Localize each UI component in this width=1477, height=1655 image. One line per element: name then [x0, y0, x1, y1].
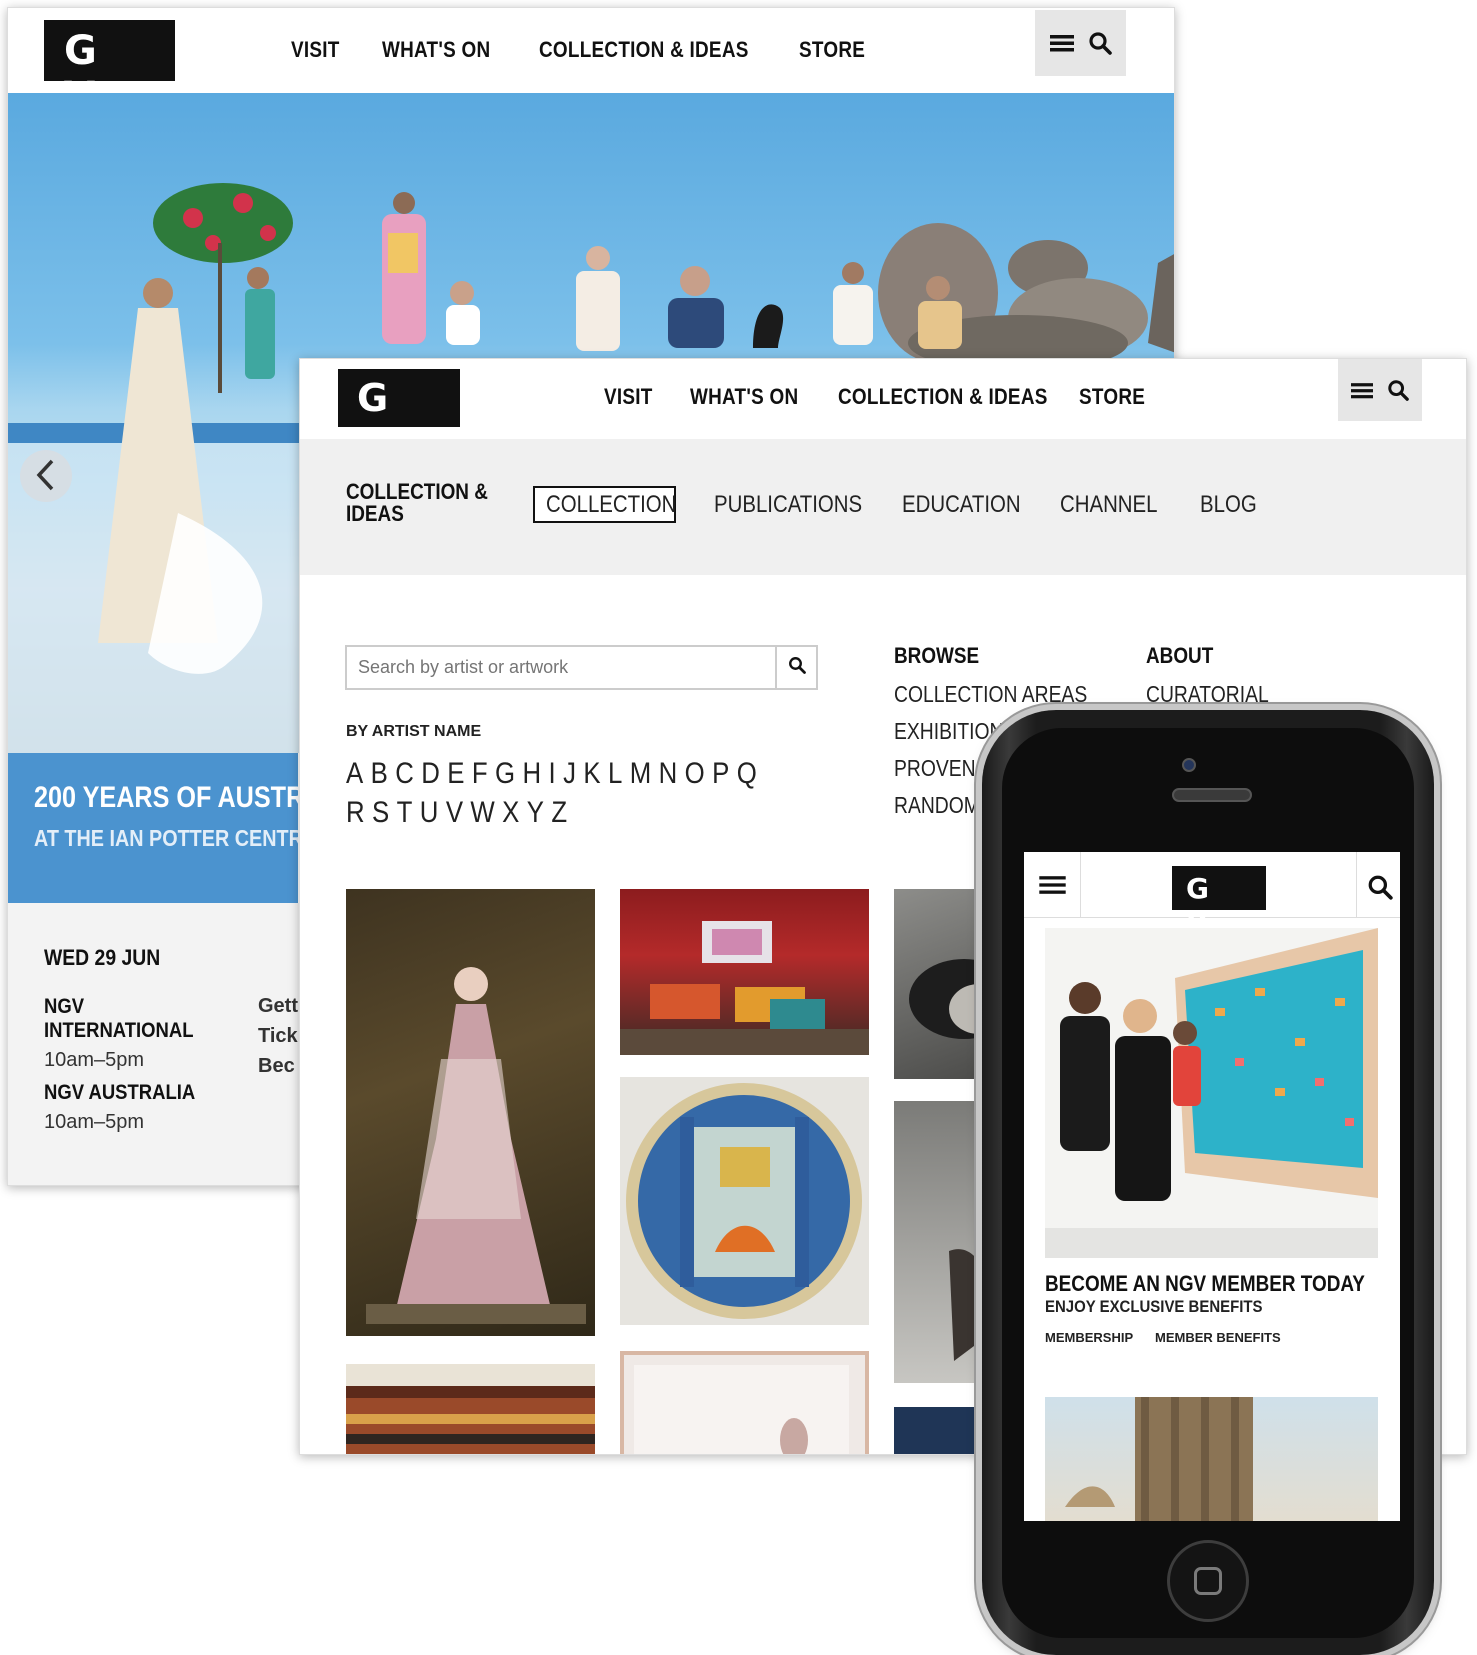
promo-link-member-benefits[interactable]: MEMBER BENEFITS [1155, 1330, 1281, 1345]
home-square-icon [1194, 1567, 1222, 1595]
menu-icon[interactable] [1351, 381, 1373, 400]
artwork-thumbnail[interactable] [620, 889, 869, 1055]
artwork-thumbnail[interactable] [620, 1351, 869, 1454]
artwork-thumbnail[interactable] [346, 889, 595, 1336]
speaker-grille-icon [1172, 788, 1252, 802]
nav-store[interactable]: STORE [799, 37, 865, 63]
artwork-thumbnail[interactable] [620, 1077, 869, 1325]
subnav-collection-active[interactable]: COLLECTION [533, 486, 676, 523]
venue-name: INTERNATIONAL [44, 1019, 194, 1042]
front-camera-icon [1182, 758, 1196, 772]
alphabet-row-1[interactable]: ABCDEFGHIJKLMNOPQ [346, 757, 764, 791]
home-button[interactable] [1167, 1540, 1249, 1622]
about-heading: ABOUT [1146, 643, 1214, 668]
promo-title[interactable]: BECOME AN NGV MEMBER TODAY [1045, 1271, 1365, 1297]
promo-link-membership[interactable]: MEMBERSHIP [1045, 1330, 1133, 1345]
search-icon[interactable] [1088, 31, 1112, 55]
artwork-search [345, 645, 818, 690]
hero-prev-arrow-icon[interactable] [30, 453, 64, 502]
subnav-publications[interactable]: PUBLICATIONS [714, 491, 862, 519]
venue-hours: 10am–5pm [44, 1111, 145, 1133]
search-icon[interactable] [1367, 874, 1393, 905]
menu-icon[interactable] [1049, 33, 1074, 53]
nav-store[interactable]: STORE [1079, 384, 1145, 410]
subnav-education[interactable]: EDUCATION [902, 491, 1021, 519]
ngv-logo[interactable]: N G V [1172, 852, 1266, 938]
mobile-phone: N G V BECOME AN NGV MEMBER TODAY ENJOY E… [982, 710, 1434, 1655]
venue-name: NGV [44, 995, 85, 1018]
alphabet-row-2[interactable]: RSTUVWXYZ [346, 796, 575, 830]
section-title: COLLECTION & [346, 479, 488, 504]
section-title: IDEAS [346, 501, 404, 526]
nav-collection-ideas[interactable]: COLLECTION & IDEAS [838, 384, 1048, 410]
venue-name: NGV AUSTRALIA [44, 1081, 196, 1104]
hours-link[interactable]: Bec [258, 1055, 295, 1078]
search-submit-button[interactable] [775, 647, 816, 688]
browse-heading: BROWSE [894, 643, 980, 668]
nav-collection-ideas[interactable]: COLLECTION & IDEAS [539, 37, 749, 63]
by-artist-label: BY ARTIST NAME [346, 723, 482, 740]
subnav-collection-label: COLLECTION [546, 491, 677, 518]
hours-date: WED 29 JUN [44, 945, 161, 970]
browse-item[interactable]: COLLECTION AREAS [894, 681, 1087, 708]
nav-whats-on[interactable]: WHAT'S ON [382, 37, 490, 63]
venue-hours: 10am–5pm [44, 1049, 145, 1071]
nav-visit[interactable]: VISIT [604, 384, 653, 410]
subnav-channel[interactable]: CHANNEL [1060, 491, 1157, 519]
exhibition-banner[interactable]: 200 YEARS OF AUSTR AT THE IAN POTTER CEN… [8, 753, 298, 903]
ngv-logo[interactable]: N G V [338, 359, 460, 464]
promo-subtitle: ENJOY EXCLUSIVE BENEFITS [1045, 1297, 1263, 1316]
artwork-thumbnail[interactable] [346, 1364, 595, 1454]
nav-whats-on[interactable]: WHAT'S ON [690, 384, 798, 410]
nav-visit[interactable]: VISIT [291, 37, 340, 63]
artwork-thumbnail[interactable] [1045, 1397, 1378, 1521]
hours-link[interactable]: Tick [258, 1025, 298, 1048]
search-icon [788, 656, 806, 679]
about-item[interactable]: CURATORIAL [1146, 681, 1269, 708]
mobile-screen: N G V BECOME AN NGV MEMBER TODAY ENJOY E… [1024, 852, 1400, 1521]
menu-icon[interactable] [1039, 874, 1066, 901]
membership-promo-image[interactable] [1045, 928, 1378, 1258]
ngv-logo[interactable]: N G V [44, 8, 175, 120]
mobile-header: N G V [1024, 852, 1400, 938]
search-icon[interactable] [1387, 379, 1409, 401]
subnav-blog[interactable]: BLOG [1200, 491, 1257, 519]
hours-link[interactable]: Gett [258, 995, 298, 1018]
banner-title: 200 YEARS OF AUSTR [34, 781, 298, 814]
search-input[interactable] [347, 647, 775, 688]
header-tools [1035, 10, 1126, 76]
banner-subtitle: AT THE IAN POTTER CENTR [34, 825, 298, 851]
header-tools [1338, 359, 1422, 421]
collection-subnav: COLLECTION & IDEAS COLLECTION PUBLICATIO… [300, 439, 1466, 575]
